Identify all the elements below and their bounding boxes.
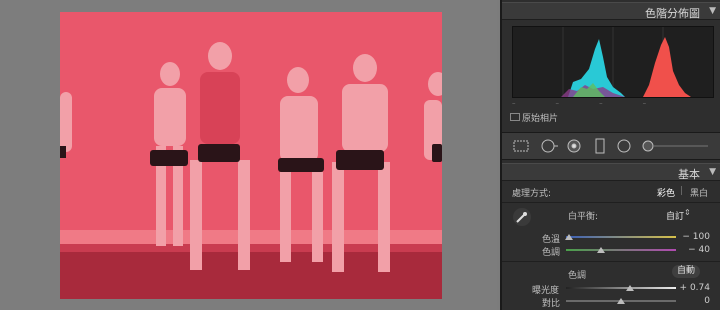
dropdown-arrows-icon[interactable]: ⇕: [684, 208, 691, 217]
histogram-title: 色階分佈圖: [645, 7, 700, 20]
collapse-triangle-icon[interactable]: ▼: [709, 167, 716, 177]
contrast-value[interactable]: 0: [704, 296, 710, 306]
eyedropper-icon[interactable]: [512, 207, 532, 227]
adjustment-brush-icon[interactable]: [642, 136, 712, 154]
temp-label: 色溫: [542, 235, 561, 245]
collapse-triangle-icon[interactable]: ▼: [709, 6, 716, 16]
auto-tone-button[interactable]: 自動: [672, 265, 700, 278]
redeye-icon[interactable]: [566, 136, 582, 154]
photo-canvas: [0, 0, 497, 310]
tint-value[interactable]: − 40: [688, 245, 710, 255]
histogram-ticks: – – – –: [512, 99, 647, 107]
right-panel: 色階分佈圖 ▼ – – – – 原始相片 基本 ▼ 處理方式: 彩色 | 黑白 …: [500, 0, 720, 310]
radial-filter-icon[interactable]: [616, 136, 632, 154]
exposure-value[interactable]: + 0.74: [680, 283, 710, 293]
contrast-label: 對比: [542, 299, 561, 309]
temp-value[interactable]: − 100: [682, 232, 710, 242]
tint-slider[interactable]: [566, 249, 676, 251]
contrast-slider-thumb[interactable]: [617, 298, 625, 304]
graduated-filter-icon[interactable]: [594, 136, 606, 154]
treatment-color-option[interactable]: 彩色: [657, 186, 675, 199]
wb-dropdown[interactable]: 自訂: [666, 209, 684, 222]
treatment-bw-option[interactable]: 黑白: [690, 186, 708, 199]
exposure-label: 曝光度: [532, 286, 560, 296]
histogram-graph: [512, 26, 714, 98]
spot-removal-icon[interactable]: [540, 136, 560, 154]
tone-label: 色調: [568, 271, 587, 281]
treatment-label: 處理方式:: [512, 189, 552, 199]
basic-header[interactable]: 基本 ▼: [502, 163, 720, 181]
tint-label: 色調: [542, 248, 561, 258]
basic-title: 基本: [678, 168, 700, 181]
wb-label: 白平衡:: [568, 212, 599, 222]
photo-image: [60, 12, 442, 299]
tint-slider-thumb[interactable]: [597, 247, 605, 253]
exposure-slider-thumb[interactable]: [626, 285, 634, 291]
show-original-checkbox[interactable]: [510, 113, 520, 121]
show-original-label: 原始相片: [522, 114, 559, 124]
exposure-slider[interactable]: [566, 287, 676, 289]
crop-tool-icon[interactable]: [512, 136, 530, 154]
temp-slider[interactable]: [566, 236, 676, 238]
temp-slider-thumb[interactable]: [565, 234, 573, 240]
histogram-header[interactable]: 色階分佈圖 ▼: [502, 2, 720, 20]
